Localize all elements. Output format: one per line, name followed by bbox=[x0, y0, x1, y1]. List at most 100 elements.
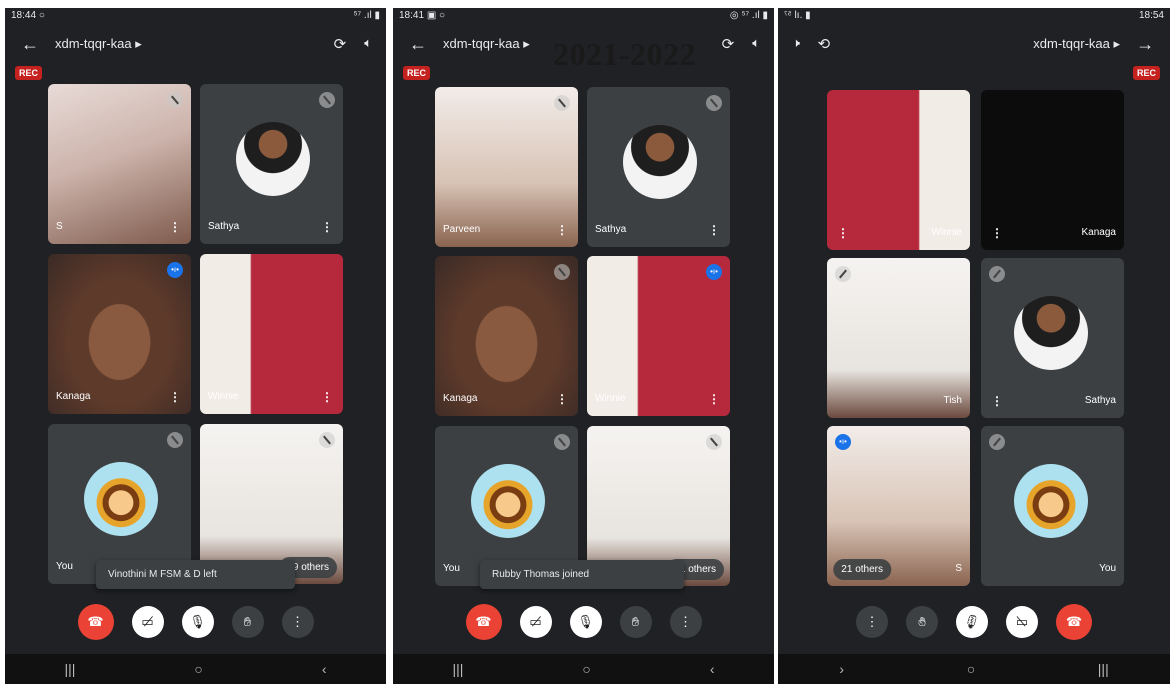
participant-name: Winnie bbox=[208, 391, 239, 402]
more-options-icon[interactable]: ⋮ bbox=[708, 223, 720, 237]
rec-badge: REC bbox=[1132, 66, 1160, 80]
switch-camera-icon[interactable]: ⟳ bbox=[722, 35, 735, 53]
rec-badge: REC bbox=[403, 66, 431, 80]
participant-tile[interactable]: Sathya ⋮ bbox=[981, 258, 1124, 418]
avatar bbox=[236, 122, 310, 196]
status-time: 18:54 bbox=[1138, 10, 1164, 21]
participant-name: Kanaga bbox=[1081, 227, 1116, 238]
recents-icon[interactable]: ||| bbox=[1098, 661, 1109, 677]
android-nav-bar: ||| ○ ‹ bbox=[5, 654, 386, 684]
participant-tile[interactable]: Sathya ⋮ bbox=[587, 87, 730, 247]
mic-off-icon bbox=[989, 266, 1005, 282]
raise-hand-icon[interactable]: ✋︎ bbox=[231, 606, 264, 638]
participant-tile[interactable]: Winnie ⋮ bbox=[827, 90, 970, 250]
avatar bbox=[84, 462, 158, 536]
screen-record-icon: ○ bbox=[38, 10, 45, 21]
participant-name: S bbox=[955, 563, 962, 574]
back-arrow-icon[interactable]: ← bbox=[1136, 34, 1154, 55]
gallery-icon: ▣ ○ bbox=[426, 10, 446, 21]
more-options-icon[interactable]: ⋮ bbox=[169, 390, 181, 404]
recents-icon[interactable]: ||| bbox=[64, 661, 75, 677]
mic-off-icon bbox=[554, 95, 570, 111]
speaking-indicator-icon: •ı• bbox=[835, 434, 851, 450]
camera-off-icon[interactable]: ▭̸ bbox=[131, 606, 164, 638]
meeting-code[interactable]: xdm-tqqr-kaa ▸ bbox=[443, 36, 530, 52]
meeting-code[interactable]: xdm-tqqr-kaa ▸ bbox=[1033, 36, 1120, 52]
status-bar: 18:41 ▣ ○ ◎ ⁵⁷ .ıl ▮ bbox=[393, 8, 774, 24]
avatar bbox=[1014, 464, 1088, 538]
mic-off-icon bbox=[989, 434, 1005, 450]
participant-name: Winnie bbox=[595, 393, 626, 404]
nav-back-icon[interactable]: ‹ bbox=[322, 661, 327, 677]
end-call-icon[interactable]: ☎ bbox=[1056, 604, 1092, 640]
home-icon[interactable]: ○ bbox=[582, 661, 590, 677]
raise-hand-icon[interactable]: ✋︎ bbox=[906, 606, 938, 638]
back-arrow-icon[interactable]: ← bbox=[409, 34, 427, 55]
participant-tile[interactable]: •ı• S 21 others bbox=[827, 426, 970, 586]
participant-name: You bbox=[56, 561, 73, 572]
end-call-icon[interactable]: ☎ bbox=[77, 604, 114, 640]
more-options-icon[interactable]: ⋮ bbox=[856, 606, 888, 638]
status-bar: 18:54 ▮ .ıl ⁵⁷ bbox=[778, 8, 1170, 24]
mic-off-icon bbox=[835, 266, 851, 282]
participant-name: Parveen bbox=[443, 224, 481, 235]
participant-tile[interactable]: S ⋮ bbox=[48, 84, 191, 244]
recents-icon[interactable]: ||| bbox=[452, 661, 463, 677]
participant-tile[interactable]: •ı• Kanaga ⋮ bbox=[48, 254, 191, 414]
home-icon[interactable]: ○ bbox=[194, 661, 202, 677]
avatar bbox=[623, 125, 697, 199]
participant-tile[interactable]: Winnie ⋮ bbox=[200, 254, 343, 414]
mic-off-icon[interactable]: 🎙︎ bbox=[956, 606, 988, 638]
call-controls: ☎ ▭̸ 🎙︎ ✋︎ ⋮ bbox=[393, 604, 774, 646]
participant-tile[interactable]: Sathya ⋮ bbox=[200, 84, 343, 244]
participant-name: Winnie bbox=[931, 227, 962, 238]
more-options-icon[interactable]: ⋮ bbox=[321, 390, 333, 404]
more-options-icon[interactable]: ⋮ bbox=[556, 223, 568, 237]
status-bar: 18:44 ○ ⁵⁷ .ıl ▮ bbox=[5, 8, 386, 24]
more-options-icon[interactable]: ⋮ bbox=[991, 226, 1003, 240]
meet-screenshot-1: 18:44 ○ ⁵⁷ .ıl ▮ ← xdm-tqqr-kaa ▸ ⟳ 🔈︎ R… bbox=[5, 8, 386, 684]
speaker-icon[interactable]: 🔈︎ bbox=[752, 35, 760, 53]
participant-tile[interactable]: •ı• Winnie ⋮ bbox=[587, 256, 730, 416]
more-options-icon[interactable]: ⋮ bbox=[669, 606, 702, 638]
meeting-header: ← xdm-tqqr-kaa ▸ ⟳ 🔈︎ bbox=[778, 30, 1170, 60]
participant-tile[interactable]: Parveen ⋮ bbox=[435, 87, 578, 247]
participant-tile[interactable]: Kanaga ⋮ bbox=[435, 256, 578, 416]
mic-off-icon[interactable]: 🎙︎ bbox=[181, 606, 214, 638]
avatar bbox=[471, 464, 545, 538]
more-options-icon[interactable]: ⋮ bbox=[556, 392, 568, 406]
end-call-icon[interactable]: ☎ bbox=[465, 604, 502, 640]
meeting-code[interactable]: xdm-tqqr-kaa ▸ bbox=[55, 36, 142, 52]
switch-camera-icon[interactable]: ⟳ bbox=[334, 35, 347, 53]
others-count[interactable]: 21 others bbox=[833, 559, 891, 580]
rec-badge: REC bbox=[15, 66, 43, 80]
more-options-icon[interactable]: ⋮ bbox=[991, 394, 1003, 408]
participant-name: Sathya bbox=[595, 224, 627, 235]
nav-back-icon[interactable]: ‹ bbox=[839, 661, 844, 677]
more-options-icon[interactable]: ⋮ bbox=[169, 220, 181, 234]
speaker-icon[interactable]: 🔈︎ bbox=[364, 35, 372, 53]
more-options-icon[interactable]: ⋮ bbox=[708, 392, 720, 406]
participant-tile[interactable]: Kanaga ⋮ bbox=[981, 90, 1124, 250]
participant-tile-self[interactable]: You bbox=[981, 426, 1124, 586]
participant-name: Sathya bbox=[1084, 395, 1116, 406]
camera-off-icon[interactable]: ▭̸ bbox=[1006, 606, 1038, 638]
nav-back-icon[interactable]: ‹ bbox=[710, 661, 715, 677]
raise-hand-icon[interactable]: ✋︎ bbox=[619, 606, 652, 638]
meet-screenshot-3-mirrored: 18:54 ▮ .ıl ⁵⁷ ← xdm-tqqr-kaa ▸ ⟳ 🔈︎ REC… bbox=[778, 8, 1170, 684]
mic-off-icon bbox=[319, 92, 335, 108]
meet-screenshot-2: 18:41 ▣ ○ ◎ ⁵⁷ .ıl ▮ ← xdm-tqqr-kaa ▸ ⟳ … bbox=[393, 8, 774, 684]
speaker-icon[interactable]: 🔈︎ bbox=[792, 35, 800, 53]
camera-off-icon[interactable]: ▭̸ bbox=[519, 606, 552, 638]
more-options-icon[interactable]: ⋮ bbox=[281, 606, 314, 638]
back-arrow-icon[interactable]: ← bbox=[21, 34, 39, 55]
status-icons: ▮ .ıl ⁵⁷ bbox=[784, 10, 811, 21]
switch-camera-icon[interactable]: ⟳ bbox=[818, 35, 831, 53]
notification-toast: Vinothini M FSM & D left bbox=[96, 560, 295, 589]
mic-off-icon[interactable]: 🎙︎ bbox=[569, 606, 602, 638]
home-icon[interactable]: ○ bbox=[967, 661, 975, 677]
participant-tile[interactable]: Tish bbox=[827, 258, 970, 418]
more-options-icon[interactable]: ⋮ bbox=[837, 226, 849, 240]
mic-off-icon bbox=[554, 434, 570, 450]
more-options-icon[interactable]: ⋮ bbox=[321, 220, 333, 234]
